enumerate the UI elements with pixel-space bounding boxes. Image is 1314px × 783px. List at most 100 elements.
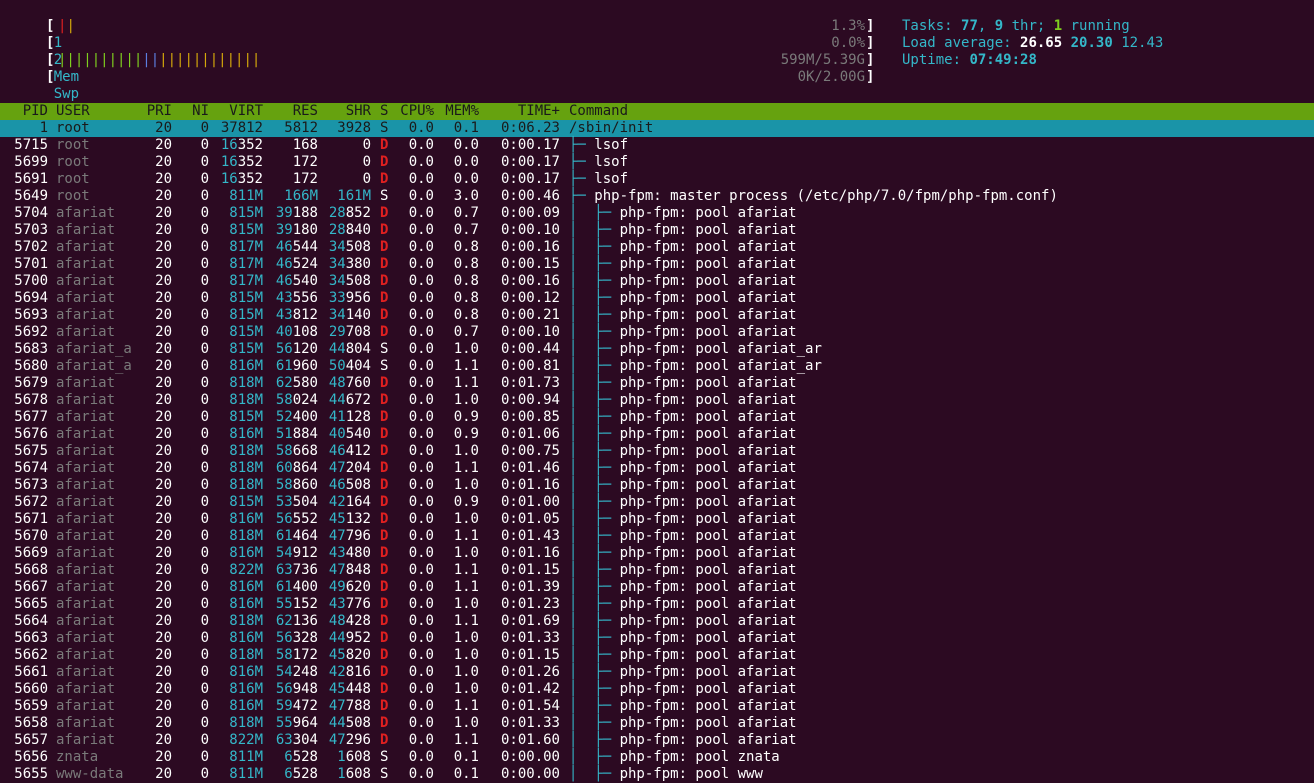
process-command: ├─ php-fpm: master process (/etc/php/7.0… [569,188,1058,204]
process-mem: 1.0 [453,596,479,612]
process-time: 0:01.26 [500,664,560,680]
process-pri: 20 [155,460,172,476]
process-row[interactable]: 5683 afariat_a 20 0 815M 56120 44804 S 0.0 1.0 0:0… [0,341,1314,358]
col-pri[interactable]: PRI [120,103,172,120]
process-virt: 16352 [220,137,263,153]
process-shr: 34140 [328,307,371,323]
process-row[interactable]: 5658 afariat 20 0 818M 55964 44508 D 0.0 1.0 0:01.… [0,715,1314,732]
process-virt: 822M [229,732,263,748]
process-cpu: 0.0 [408,579,434,595]
process-cpu: 0.0 [408,341,434,357]
process-ni: 0 [200,732,209,748]
process-virt: 817M [229,239,263,255]
col-ni[interactable]: NI [176,103,209,120]
col-virt[interactable]: VIRT [210,103,263,120]
process-command: │ ├─ php-fpm: pool afariat [569,647,797,663]
process-pid: 5671 [14,511,48,527]
process-cpu: 0.0 [408,698,434,714]
process-res: 172 [292,154,318,170]
process-res: 54248 [275,664,318,680]
process-row[interactable]: 5659 afariat 20 0 816M 59472 47788 D 0.0 1.1 0:01.… [0,698,1314,715]
process-row[interactable]: 5692 afariat 20 0 815M 40108 29708 D 0.0 0.7 0:00.… [0,324,1314,341]
process-command: ├─ lsof [569,171,629,187]
process-virt: 816M [229,426,263,442]
process-row[interactable]: 5673 afariat 20 0 818M 58860 46508 D 0.0 1.0 0:01.… [0,477,1314,494]
col-res[interactable]: RES [266,103,318,120]
process-res: 43812 [275,307,318,323]
process-row[interactable]: 5702 afariat 20 0 817M 46544 34508 D 0.0 0.8 0:00.… [0,239,1314,256]
process-cpu: 0.0 [408,494,434,510]
process-shr: 47848 [328,562,371,578]
process-row[interactable]: 5703 afariat 20 0 815M 39180 28840 D 0.0 0.7 0:00.… [0,222,1314,239]
process-row[interactable]: 5663 afariat 20 0 816M 56328 44952 D 0.0 1.0 0:01.… [0,630,1314,647]
col-state[interactable]: S [380,103,390,120]
process-shr: 48428 [328,613,371,629]
process-row[interactable]: 5656 znata 20 0 811M 6528 1608 S 0.0 0.1 0:00.00 │ … [0,749,1314,766]
process-command: │ ├─ php-fpm: pool afariat [569,409,797,425]
process-ni: 0 [200,664,209,680]
process-cpu: 0.0 [408,171,434,187]
process-pid: 5660 [14,681,48,697]
process-ni: 0 [200,239,209,255]
process-time: 0:01.42 [500,681,560,697]
process-command: ├─ lsof [569,137,629,153]
process-row[interactable]: 5715 root 20 0 16352 168 0 D 0.0 0.0 0:00.17 ├─ lso… [0,137,1314,154]
process-row[interactable]: 5664 afariat 20 0 818M 62136 48428 D 0.0 1.1 0:01.… [0,613,1314,630]
process-row[interactable]: 5667 afariat 20 0 816M 61400 49620 D 0.0 1.1 0:01.… [0,579,1314,596]
process-time: 0:01.15 [500,562,560,578]
process-ni: 0 [200,766,209,782]
process-pid: 5678 [14,392,48,408]
process-row[interactable]: 5701 afariat 20 0 817M 46524 34380 D 0.0 0.8 0:00.… [0,256,1314,273]
process-cpu: 0.0 [408,630,434,646]
process-row[interactable]: 5678 afariat 20 0 818M 58024 44672 D 0.0 1.0 0:00.… [0,392,1314,409]
process-row[interactable]: 5694 afariat 20 0 815M 43556 33956 D 0.0 0.8 0:00.… [0,290,1314,307]
process-row[interactable]: 5662 afariat 20 0 818M 58172 45820 D 0.0 1.0 0:01.… [0,647,1314,664]
process-state: D [380,290,389,306]
process-row[interactable]: 5676 afariat 20 0 816M 51884 40540 D 0.0 0.9 0:01.… [0,426,1314,443]
process-row[interactable]: 5691 root 20 0 16352 172 0 D 0.0 0.0 0:00.17 ├─ lso… [0,171,1314,188]
process-row[interactable]: 5655 www-data 20 0 811M 6528 1608 S 0.0 0.1 0:00.0… [0,766,1314,783]
process-row[interactable]: 5680 afariat_a 20 0 816M 61960 50404 S 0.0 1.1 0:0… [0,358,1314,375]
process-row[interactable]: 5679 afariat 20 0 818M 62580 48760 D 0.0 1.1 0:01.… [0,375,1314,392]
process-row[interactable]: 5704 afariat 20 0 815M 39188 28852 D 0.0 0.7 0:00.… [0,205,1314,222]
process-shr: 44672 [328,392,371,408]
process-row[interactable]: 5699 root 20 0 16352 172 0 D 0.0 0.0 0:00.17 ├─ lso… [0,154,1314,171]
process-row[interactable]: 5657 afariat 20 0 822M 63304 47296 D 0.0 1.1 0:01.… [0,732,1314,749]
process-row[interactable]: 5660 afariat 20 0 816M 56948 45448 D 0.0 1.0 0:01.… [0,681,1314,698]
process-row[interactable]: 5675 afariat 20 0 818M 58668 46412 D 0.0 1.0 0:00.… [0,443,1314,460]
process-row[interactable]: 5677 afariat 20 0 815M 52400 41128 D 0.0 0.9 0:00.… [0,409,1314,426]
process-pid: 5649 [14,188,48,204]
process-res: 56948 [275,681,318,697]
col-mem[interactable]: MEM% [442,103,479,120]
process-state: S [380,341,389,357]
col-pid[interactable]: PID [0,103,48,120]
process-shr: 47788 [328,698,371,714]
process-row[interactable]: 5671 afariat 20 0 816M 56552 45132 D 0.0 1.0 0:01.… [0,511,1314,528]
process-row[interactable]: 5700 afariat 20 0 817M 46540 34508 D 0.0 0.8 0:00.… [0,273,1314,290]
process-row[interactable]: 5649 root 20 0 811M 166M 161M S 0.0 3.0 0:00.46 ├─ … [0,188,1314,205]
col-command[interactable]: Command [569,103,1314,120]
process-row[interactable]: 1 root 20 0 37812 5812 3928 S 0.0 0.1 0:06.23/sbin… [0,120,1314,137]
col-time[interactable]: TIME+ [490,103,560,120]
process-row[interactable]: 5661 afariat 20 0 816M 54248 42816 D 0.0 1.0 0:01.… [0,664,1314,681]
process-row[interactable]: 5693 afariat 20 0 815M 43812 34140 D 0.0 0.8 0:00.… [0,307,1314,324]
process-pid: 5667 [14,579,48,595]
process-row[interactable]: 5669 afariat 20 0 816M 54912 43480 D 0.0 1.0 0:01.… [0,545,1314,562]
process-time: 0:00.75 [500,443,560,459]
tasks-summary: Tasks: 77, 9 thr; 1 running [902,18,1130,34]
process-command: │ ├─ php-fpm: pool afariat [569,392,797,408]
process-mem: 0.7 [453,205,479,221]
process-row[interactable]: 5670 afariat 20 0 818M 61464 47796 D 0.0 1.1 0:01.… [0,528,1314,545]
process-row[interactable]: 5674 afariat 20 0 818M 60864 47204 D 0.0 1.1 0:01.… [0,460,1314,477]
col-cpu[interactable]: CPU% [397,103,434,120]
process-state: D [380,460,389,476]
col-shr[interactable]: SHR [318,103,371,120]
process-res: 39180 [275,222,318,238]
process-row[interactable]: 5665 afariat 20 0 816M 55152 43776 D 0.0 1.0 0:01.… [0,596,1314,613]
process-res: 46540 [275,273,318,289]
process-virt: 815M [229,290,263,306]
process-pri: 20 [155,137,172,153]
process-ni: 0 [200,341,209,357]
process-row[interactable]: 5672 afariat 20 0 815M 53504 42164 D 0.0 0.9 0:01.… [0,494,1314,511]
process-row[interactable]: 5668 afariat 20 0 822M 63736 47848 D 0.0 1.1 0:01.… [0,562,1314,579]
